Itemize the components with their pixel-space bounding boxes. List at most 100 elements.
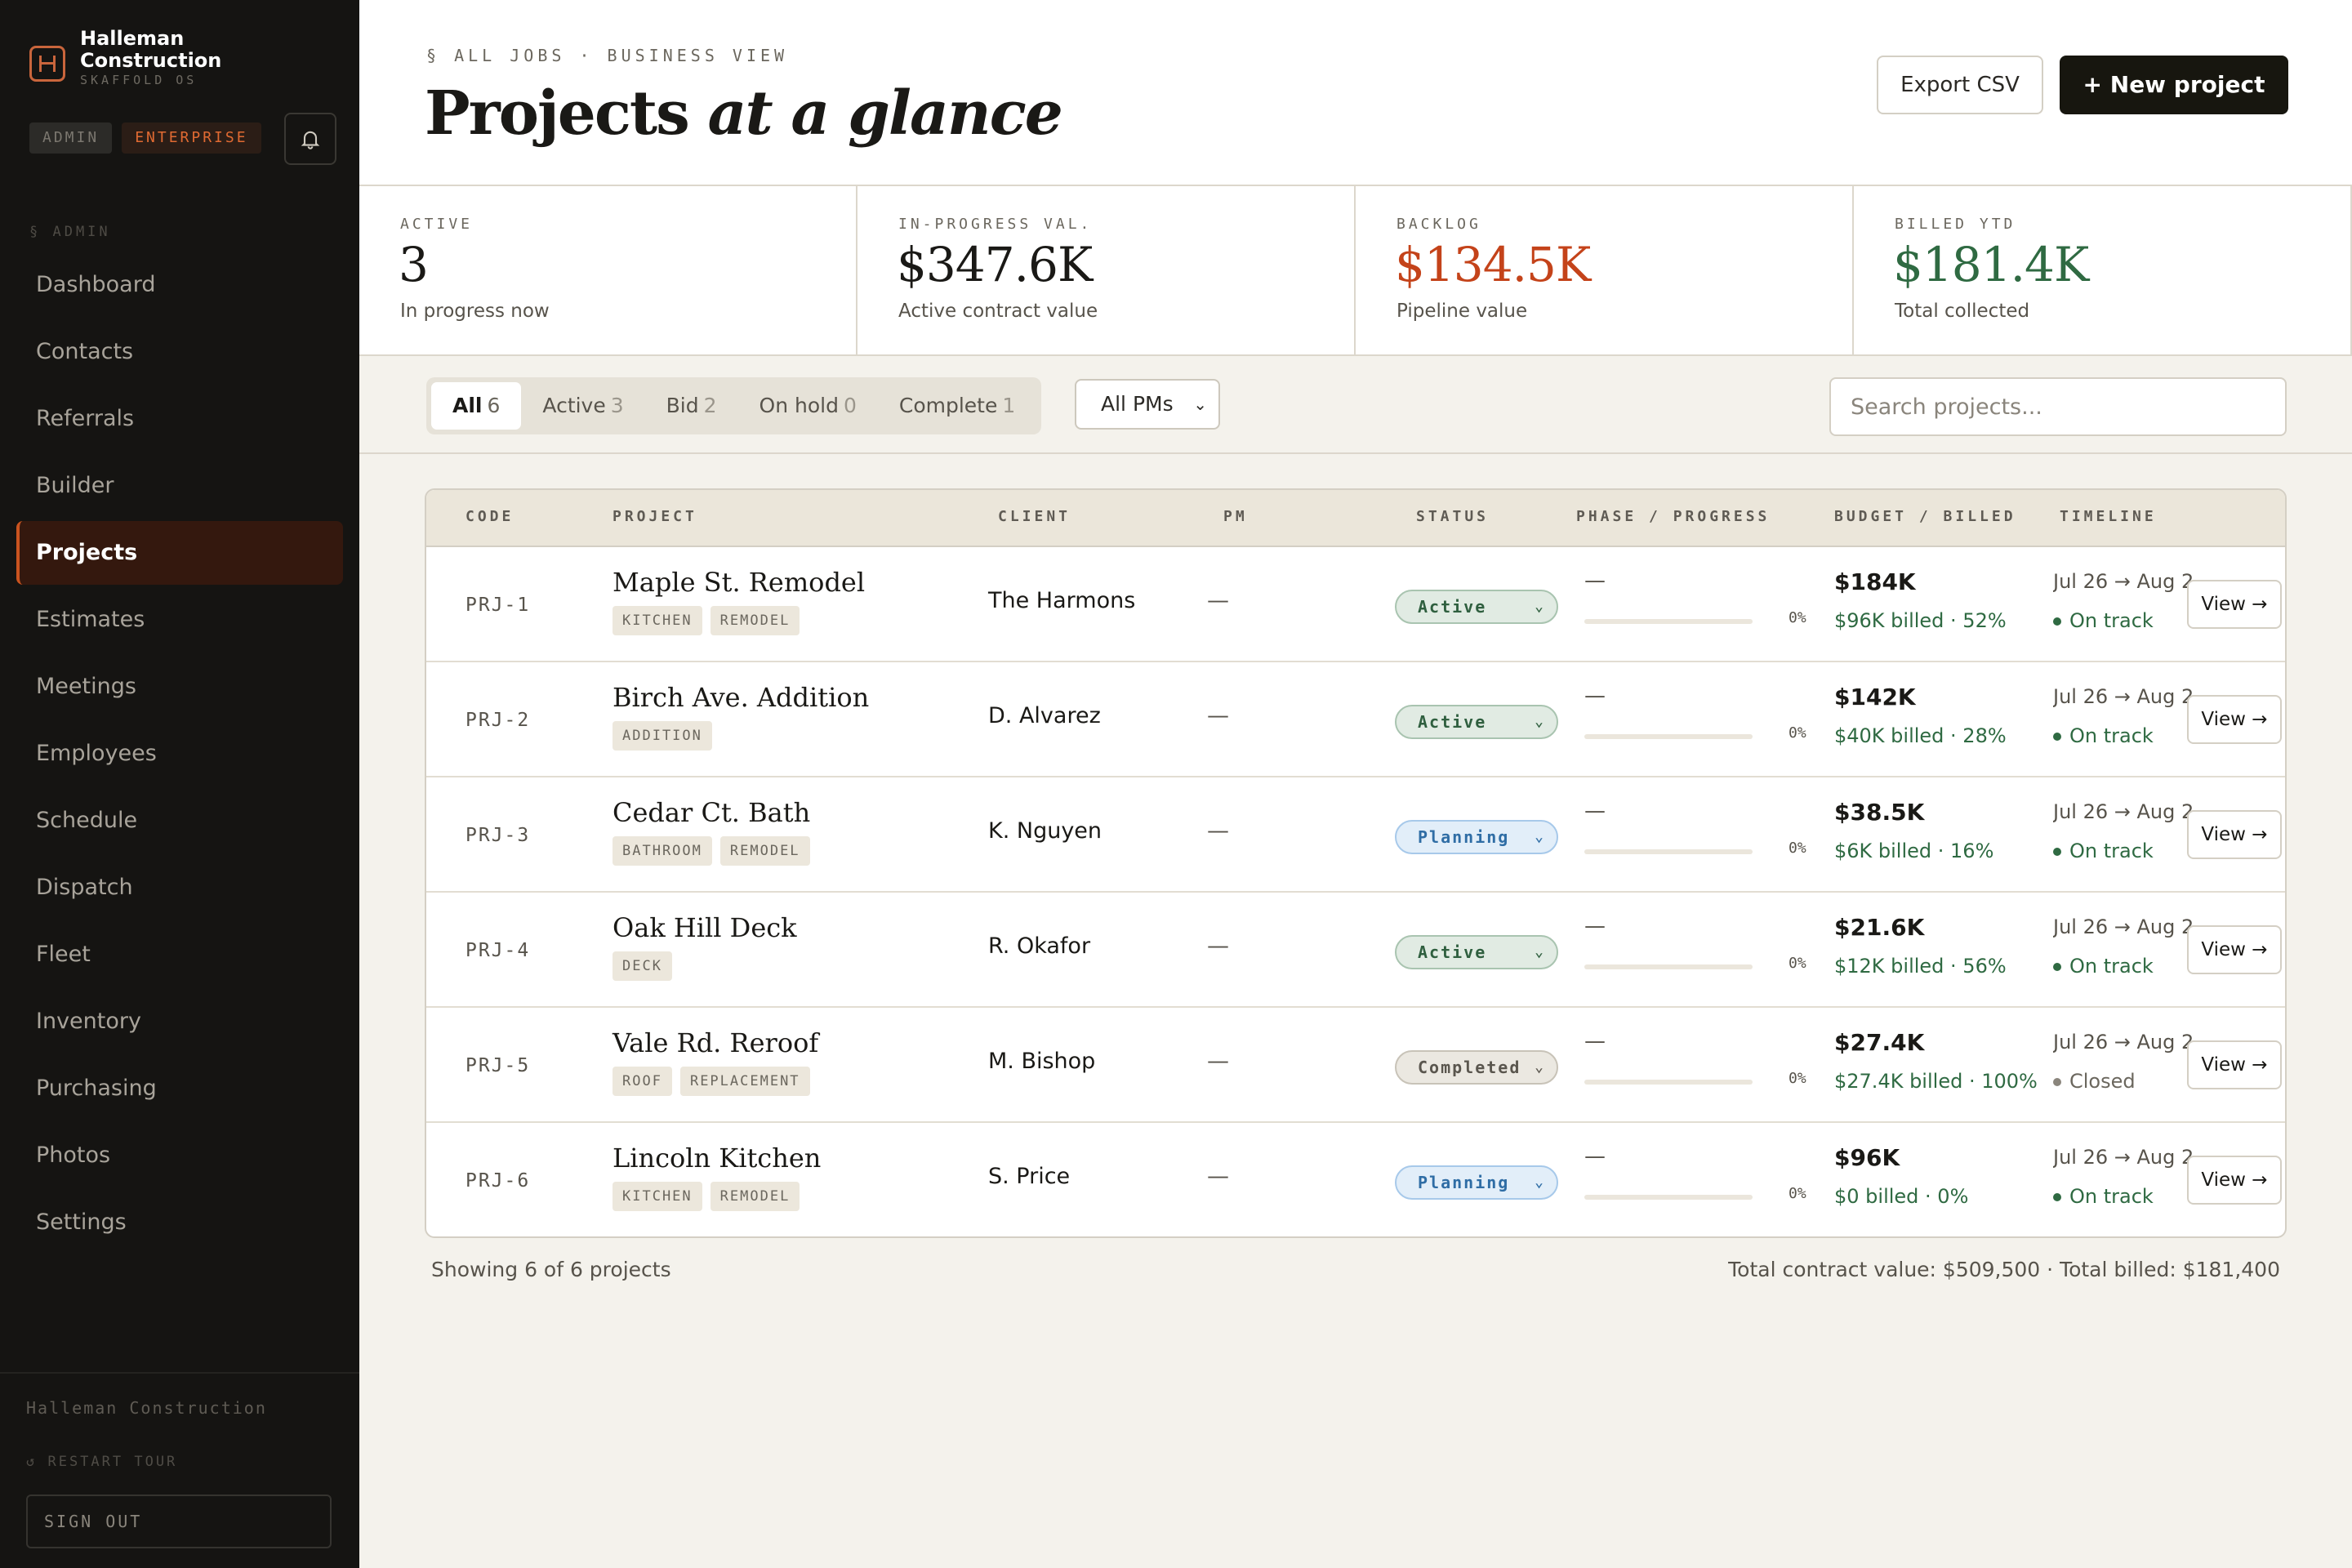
table-row[interactable]: PRJ-3 Cedar Ct. Bath BATHROOM REMODEL K. Ngu… [426, 777, 2285, 893]
pm-value: — [1207, 933, 1229, 959]
title-main: Projects [425, 78, 708, 149]
sidebar-item-fleet[interactable]: Fleet [16, 923, 343, 987]
pm-value: — [1207, 1049, 1229, 1074]
status-select[interactable]: Active ⌄ [1395, 705, 1558, 739]
project-code: PRJ-6 [466, 1170, 531, 1192]
sidebar-item-estimates[interactable]: Estimates [16, 588, 343, 652]
restart-tour-link[interactable]: ↺ RESTART TOUR [26, 1454, 177, 1470]
tab-count: 1 [1002, 394, 1016, 417]
timeline-dates: Jul 26 → Aug 26 [2053, 915, 2194, 938]
view-project-button[interactable]: View → [2187, 1156, 2282, 1205]
col-timeline[interactable]: TIMELINE [2060, 508, 2157, 525]
view-project-button[interactable]: View → [2187, 1040, 2282, 1089]
tab-complete[interactable]: Complete 1 [878, 382, 1036, 430]
project-name[interactable]: Vale Rd. Reroof [612, 1027, 818, 1058]
project-name[interactable]: Birch Ave. Addition [612, 682, 869, 713]
table-row[interactable]: PRJ-2 Birch Ave. Addition ADDITION D. Alvar… [426, 662, 2285, 777]
table-row[interactable]: PRJ-5 Vale Rd. Reroof ROOF REPLACEMENT M. Bi… [426, 1008, 2285, 1123]
status-value: Planning [1418, 1173, 1510, 1192]
stats-bar: ACTIVE 3 In progress now IN-PROGRESS VAL. $3… [359, 186, 2352, 356]
col-phase[interactable]: PHASE / PROGRESS [1576, 508, 1770, 525]
status-select[interactable]: Planning ⌄ [1395, 820, 1558, 854]
table-row[interactable]: PRJ-6 Lincoln Kitchen KITCHEN REMODEL S. Pri… [426, 1123, 2285, 1236]
chevron-down-icon: ⌄ [1535, 943, 1545, 960]
sidebar-item-builder[interactable]: Builder [16, 454, 343, 518]
status-dot-icon [2053, 1078, 2061, 1086]
tab-active[interactable]: Active 3 [521, 382, 644, 430]
view-project-button[interactable]: View → [2187, 580, 2282, 629]
stat-label: ACTIVE [400, 216, 474, 233]
status-select[interactable]: Planning ⌄ [1395, 1165, 1558, 1200]
nav-section-label: § ADMIN [29, 224, 111, 240]
sidebar-item-contacts[interactable]: Contacts [16, 320, 343, 384]
col-budget[interactable]: BUDGET / BILLED [1834, 508, 2016, 525]
sidebar-item-meetings[interactable]: Meetings [16, 655, 343, 719]
sidebar-item-dispatch[interactable]: Dispatch [16, 856, 343, 920]
export-csv-button[interactable]: Export CSV [1877, 56, 2043, 114]
status-dot-icon [2053, 848, 2061, 856]
sidebar-item-dashboard[interactable]: Dashboard [16, 253, 343, 317]
project-tags: ROOF REPLACEMENT [612, 1067, 810, 1096]
brand[interactable]: Halleman Construction SKAFFOLD OS [29, 28, 243, 88]
col-pm[interactable]: PM [1223, 508, 1248, 525]
progress-percent: 0% [1788, 1070, 1806, 1087]
notifications-button[interactable] [284, 113, 336, 165]
view-project-button[interactable]: View → [2187, 695, 2282, 744]
project-code: PRJ-5 [466, 1055, 531, 1076]
sidebar-nav: Dashboard Contacts Referrals Builder Project… [16, 253, 343, 1258]
sidebar-item-projects[interactable]: Projects [16, 521, 343, 585]
table-row[interactable]: PRJ-1 Maple St. Remodel KITCHEN REMODEL The … [426, 547, 2285, 662]
schedule-status: On track [2053, 724, 2154, 747]
schedule-status: On track [2053, 955, 2154, 978]
budget-value: $27.4K [1834, 1029, 1925, 1056]
sign-out-button[interactable]: SIGN OUT [26, 1494, 332, 1548]
project-name[interactable]: Maple St. Remodel [612, 567, 865, 598]
status-tabs: All 6 Active 3 Bid 2 On hold 0 Complete 1 [426, 377, 1042, 434]
sidebar-item-employees[interactable]: Employees [16, 722, 343, 786]
sidebar-item-referrals[interactable]: Referrals [16, 387, 343, 451]
sidebar-item-purchasing[interactable]: Purchasing [16, 1057, 343, 1120]
view-project-button[interactable]: View → [2187, 810, 2282, 859]
chevron-down-icon: ⌄ [1193, 394, 1207, 414]
table-header: CODE PROJECT CLIENT PM STATUS PHASE / PR… [426, 490, 2285, 547]
enterprise-badge: ENTERPRISE [122, 122, 261, 154]
new-project-button[interactable]: + New project [2060, 56, 2288, 114]
sidebar-item-settings[interactable]: Settings [16, 1191, 343, 1254]
timeline-dates: Jul 26 → Aug 26 [2053, 570, 2194, 593]
pm-value: — [1207, 1164, 1229, 1189]
stat-value: $134.5K [1395, 237, 1591, 292]
progress-bar [1584, 619, 1753, 624]
stat-card: BILLED YTD $181.4K Total collected [1854, 186, 2352, 354]
tab-bid[interactable]: Bid 2 [645, 382, 738, 430]
project-tags: KITCHEN REMODEL [612, 1182, 800, 1211]
search-input[interactable] [1829, 377, 2287, 436]
table-row[interactable]: PRJ-4 Oak Hill Deck DECK R. Okafor — Active ⌄ —… [426, 893, 2285, 1008]
project-name[interactable]: Cedar Ct. Bath [612, 797, 810, 828]
project-name[interactable]: Oak Hill Deck [612, 912, 797, 943]
progress-percent: 0% [1788, 1185, 1806, 1202]
stat-sub: Active contract value [898, 301, 1098, 322]
progress-percent: 0% [1788, 840, 1806, 857]
status-select[interactable]: Completed ⌄ [1395, 1050, 1558, 1085]
col-status[interactable]: STATUS [1416, 508, 1489, 525]
logo-icon [29, 46, 65, 82]
col-client[interactable]: CLIENT [998, 508, 1071, 525]
schedule-status-label: On track [2069, 840, 2154, 862]
client-name: The Harmons [988, 588, 1136, 613]
status-select[interactable]: Active ⌄ [1395, 590, 1558, 624]
sidebar-item-schedule[interactable]: Schedule [16, 789, 343, 853]
bell-icon [301, 131, 320, 149]
status-select[interactable]: Active ⌄ [1395, 935, 1558, 969]
sidebar-item-photos[interactable]: Photos [16, 1124, 343, 1187]
col-project[interactable]: PROJECT [612, 508, 697, 525]
phase-value: — [1584, 1144, 1606, 1169]
stat-sub: In progress now [400, 301, 550, 322]
project-name[interactable]: Lincoln Kitchen [612, 1143, 821, 1174]
col-code[interactable]: CODE [466, 508, 514, 525]
stat-label: IN-PROGRESS VAL. [898, 216, 1093, 233]
sidebar-item-inventory[interactable]: Inventory [16, 990, 343, 1054]
tab-all[interactable]: All 6 [431, 382, 522, 430]
view-project-button[interactable]: View → [2187, 925, 2282, 974]
pm-select[interactable]: All PMs ⌄ [1075, 379, 1220, 430]
tab-on-hold[interactable]: On hold 0 [738, 382, 878, 430]
